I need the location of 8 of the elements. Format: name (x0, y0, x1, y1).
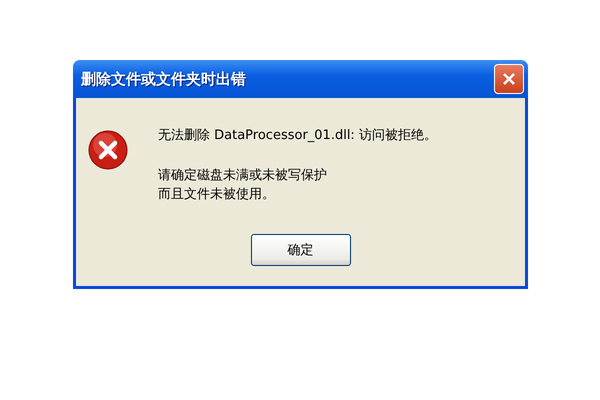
close-button[interactable] (494, 64, 524, 94)
error-message: 无法删除 DataProcessor_01.dll: 访问被拒绝。 (158, 127, 437, 144)
error-detail: 而且文件未被使用。 (158, 186, 276, 204)
error-detail: 请确定磁盘未满或未被写保护 (158, 167, 328, 185)
error-icon (88, 130, 128, 170)
close-icon (501, 71, 517, 87)
ok-button[interactable]: 确定 (250, 234, 350, 266)
window-title: 删除文件或文件夹时出错 (81, 70, 246, 88)
